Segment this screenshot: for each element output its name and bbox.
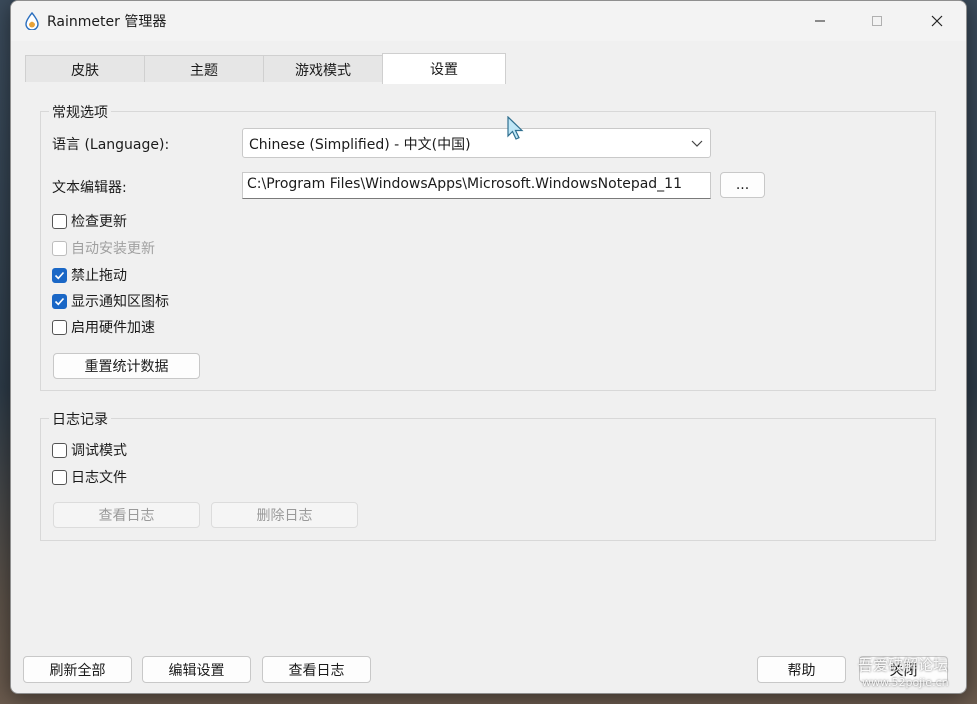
- debug-mode-checkbox[interactable]: 调试模式: [52, 440, 127, 460]
- title-bar[interactable]: Rainmeter 管理器: [11, 1, 966, 41]
- rainmeter-manager-window: Rainmeter 管理器 皮肤 主题 游戏模式 设置 常规选项 语言 (Lan…: [10, 0, 967, 694]
- hardware-acceleration-label: 启用硬件加速: [71, 320, 155, 336]
- checkmark-icon: [54, 297, 65, 305]
- tab-settings[interactable]: 设置: [382, 53, 506, 84]
- language-label: 语言 (Language):: [52, 137, 170, 153]
- disable-dragging-checkbox[interactable]: 禁止拖动: [52, 265, 127, 285]
- debug-mode-label: 调试模式: [71, 443, 127, 459]
- tab-themes[interactable]: 主题: [144, 55, 264, 83]
- view-log-button-disabled: 查看日志: [53, 502, 200, 528]
- watermark-url: www.52pojie.cn: [862, 676, 949, 689]
- auto-install-updates-label: 自动安装更新: [71, 241, 155, 257]
- show-tray-icon-label: 显示通知区图标: [71, 294, 169, 310]
- check-updates-checkbox[interactable]: 检查更新: [52, 211, 127, 231]
- logging-group: 日志记录 调试模式 日志文件 查看日志 删除日志: [40, 409, 936, 541]
- tab-bar: 皮肤 主题 游戏模式 设置: [25, 53, 947, 84]
- close-icon: [931, 15, 943, 27]
- tab-skins[interactable]: 皮肤: [25, 55, 145, 83]
- window-title: Rainmeter 管理器: [47, 14, 167, 30]
- checkbox-box: [52, 213, 67, 229]
- logging-legend: 日志记录: [49, 409, 111, 429]
- hardware-acceleration-checkbox[interactable]: 启用硬件加速: [52, 317, 155, 337]
- checkmark-icon: [54, 271, 65, 279]
- maximize-button[interactable]: [854, 1, 900, 41]
- minimize-icon: [815, 20, 825, 22]
- general-options-group: 常规选项 语言 (Language): Chinese (Simplified)…: [40, 102, 936, 391]
- forum-watermark: 吾爱破解论坛 www.52pojie.cn: [858, 656, 973, 696]
- checkbox-box: [52, 442, 67, 458]
- text-editor-label: 文本编辑器:: [52, 180, 127, 196]
- help-button[interactable]: 帮助: [757, 656, 846, 683]
- checkbox-box: [52, 267, 67, 283]
- checkbox-box: [52, 469, 67, 485]
- general-options-legend: 常规选项: [49, 102, 111, 122]
- maximize-icon: [872, 16, 882, 26]
- close-window-button[interactable]: [914, 1, 960, 41]
- tab-game-mode[interactable]: 游戏模式: [263, 55, 383, 83]
- log-file-label: 日志文件: [71, 470, 127, 486]
- log-file-checkbox[interactable]: 日志文件: [52, 467, 127, 487]
- language-select[interactable]: Chinese (Simplified) - 中文(中国): [242, 128, 711, 158]
- disable-dragging-label: 禁止拖动: [71, 268, 127, 284]
- watermark-title: 吾爱破解论坛: [858, 656, 949, 674]
- text-editor-path-input[interactable]: C:\Program Files\WindowsApps\Microsoft.W…: [242, 172, 711, 199]
- reset-statistics-button[interactable]: 重置统计数据: [53, 353, 200, 379]
- checkbox-box: [52, 319, 67, 335]
- rainmeter-drop-icon: [25, 12, 39, 30]
- delete-log-button-disabled: 删除日志: [211, 502, 358, 528]
- refresh-all-button[interactable]: 刷新全部: [23, 656, 132, 683]
- settings-panel: 常规选项 语言 (Language): Chinese (Simplified)…: [25, 82, 947, 642]
- view-log-button[interactable]: 查看日志: [262, 656, 371, 683]
- minimize-button[interactable]: [797, 1, 843, 41]
- checkbox-box: [52, 293, 67, 309]
- checkbox-box: [52, 240, 67, 256]
- check-updates-label: 检查更新: [71, 214, 127, 230]
- language-select-value: Chinese (Simplified) - 中文(中国): [249, 137, 471, 153]
- chevron-down-icon: [691, 140, 703, 147]
- show-tray-icon-checkbox[interactable]: 显示通知区图标: [52, 291, 169, 311]
- auto-install-updates-checkbox: 自动安装更新: [52, 238, 155, 258]
- mouse-cursor-icon: [507, 116, 524, 140]
- edit-settings-button[interactable]: 编辑设置: [142, 656, 251, 683]
- browse-editor-button[interactable]: ...: [720, 172, 765, 198]
